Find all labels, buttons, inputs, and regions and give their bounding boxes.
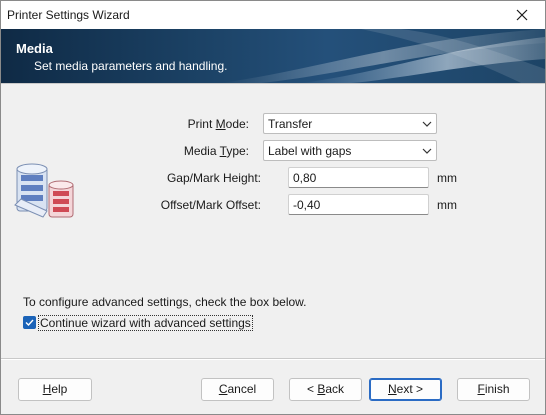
chevron-down-icon <box>422 148 432 154</box>
back-label: ack <box>325 382 345 396</box>
next-button[interactable]: Next > <box>369 378 442 401</box>
page-subtitle: Set media parameters and handling. <box>34 59 228 73</box>
finish-button[interactable]: Finish <box>457 378 530 401</box>
gap-height-input[interactable]: 0,80 <box>288 167 429 188</box>
next-label: ext > <box>396 382 424 396</box>
help-button[interactable]: Help <box>18 378 92 401</box>
advanced-settings-checkbox[interactable] <box>23 316 36 329</box>
media-type-label-text: Media <box>183 144 220 158</box>
media-type-label-text-end: ype: <box>226 144 249 158</box>
title-bar: Printer Settings Wizard <box>1 1 545 29</box>
print-mode-label-text: Print <box>187 117 216 131</box>
finish-mnemonic: F <box>477 382 485 396</box>
media-type-label: Media Type: <box>161 144 249 158</box>
cancel-button[interactable]: Cancel <box>201 378 274 401</box>
label-roll-icon <box>14 163 74 218</box>
window-title: Printer Settings Wizard <box>7 8 130 22</box>
gap-height-value: 0,80 <box>293 171 317 185</box>
print-mode-label-text-end: ode: <box>225 117 249 131</box>
footer-divider-highlight <box>1 359 545 360</box>
close-icon <box>516 9 528 21</box>
help-label: elp <box>51 382 68 396</box>
print-mode-label-mnemonic: M <box>215 117 226 131</box>
gap-height-unit: mm <box>437 171 457 185</box>
cancel-label: ancel <box>227 382 257 396</box>
next-mnemonic: N <box>387 382 397 396</box>
close-button[interactable] <box>499 1 545 29</box>
offset-value: -0,40 <box>293 198 321 212</box>
print-mode-select[interactable]: Transfer <box>263 113 437 134</box>
printer-settings-dialog: Printer Settings Wizard Media Set media … <box>0 0 546 415</box>
header-divider <box>1 83 545 84</box>
banner-swoosh-graphic <box>221 29 545 83</box>
header-banner: Media Set media parameters and handling. <box>1 29 545 83</box>
back-prefix: < <box>306 382 318 396</box>
media-type-value: Label with gaps <box>268 144 352 158</box>
page-title: Media <box>16 41 53 56</box>
gap-height-label: Gap/Mark Height: <box>166 171 261 185</box>
print-mode-value: Transfer <box>268 117 313 131</box>
chevron-down-icon <box>422 121 432 127</box>
back-button[interactable]: < Back <box>289 378 362 401</box>
offset-unit: mm <box>437 198 457 212</box>
offset-label: Offset/Mark Offset: <box>160 198 261 212</box>
finish-label: inish <box>484 382 510 396</box>
print-mode-label: Print Mode: <box>161 117 249 131</box>
advanced-info-text: To configure advanced settings, check th… <box>23 295 307 309</box>
checkmark-icon <box>25 319 34 327</box>
advanced-settings-label[interactable]: Continue wizard with advanced settings <box>38 315 253 331</box>
offset-input[interactable]: -0,40 <box>288 194 429 215</box>
media-type-select[interactable]: Label with gaps <box>263 140 437 161</box>
